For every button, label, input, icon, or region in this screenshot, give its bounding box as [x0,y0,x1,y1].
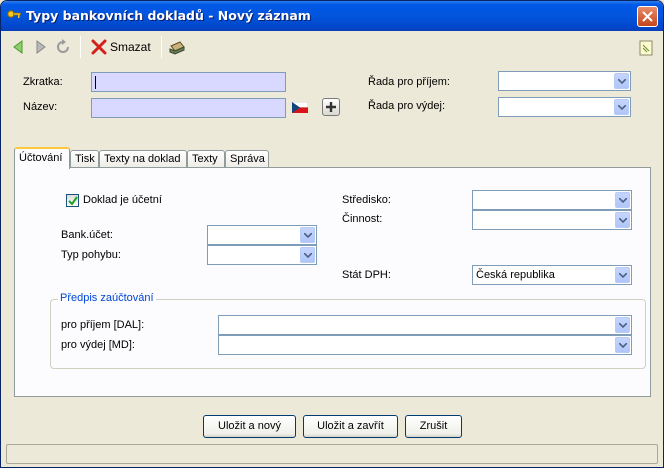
tab-texty-na-doklad[interactable]: Texty na doklad [99,150,187,168]
refresh-icon[interactable] [54,38,72,56]
nazev-input[interactable] [91,98,286,118]
dropdown-arrow[interactable] [615,337,630,353]
toolbar: Smazat [4,32,660,62]
rada-prijem-label: Řada pro příjem: [368,76,450,88]
tab-panel-ucetovani: Doklad je účetní Bank.účet: Typ pohybu: … [14,167,651,397]
chevron-down-icon [304,253,312,258]
forward-arrow-icon[interactable] [31,38,49,56]
tab-tisk[interactable]: Tisk [70,150,99,168]
doklad-ucetni-checkbox[interactable] [66,194,79,207]
chevron-down-icon [619,343,627,348]
dropdown-arrow[interactable] [615,267,630,283]
back-arrow-icon[interactable] [10,38,28,56]
dropdown-arrow[interactable] [300,247,315,263]
chevron-down-icon [618,105,626,110]
chevron-down-icon [619,218,627,223]
chevron-down-icon [619,323,627,328]
czech-flag-icon[interactable] [292,102,308,113]
status-bar [6,444,658,464]
add-translation-button[interactable] [322,98,340,116]
tab-texty[interactable]: Texty [187,150,225,168]
prijem-dal-select[interactable] [218,315,632,335]
zkratka-input[interactable] [91,72,286,92]
predpis-groupbox: Předpis zaúčtování pro příjem [DAL]: pro… [50,292,646,369]
dropdown-arrow[interactable] [614,73,629,89]
stat-dph-select[interactable]: Česká republika [472,265,632,285]
close-button[interactable] [637,6,658,27]
tab-ucetovani[interactable]: Účtování [14,147,70,169]
close-icon [642,11,653,22]
rada-vydej-select[interactable] [498,97,631,117]
predpis-legend: Předpis zaúčtování [58,292,156,304]
toolbar-separator [161,36,162,58]
dropdown-arrow[interactable] [614,99,629,115]
note-icon[interactable] [639,40,653,56]
prijem-dal-label: pro příjem [DAL]: [61,319,145,331]
dropdown-arrow[interactable] [615,317,630,333]
red-x-icon [91,39,107,55]
chevron-down-icon [304,233,312,238]
stredisko-select[interactable] [472,190,632,210]
dropdown-arrow[interactable] [300,227,315,243]
print-icon[interactable] [168,38,186,56]
tab-sprava[interactable]: Správa [225,150,269,168]
typ-pohybu-select[interactable] [207,245,317,265]
chevron-down-icon [619,273,627,278]
vydej-md-label: pro výdej [MD]: [61,339,135,351]
window-title: Typy bankovních dokladů - Nový záznam [26,8,311,23]
typ-pohybu-label: Typ pohybu: [61,249,121,261]
toolbar-separator [80,36,81,58]
nazev-label: Název: [23,101,58,113]
cinnost-select[interactable] [472,210,632,230]
save-new-button[interactable]: Uložit a nový [203,415,296,438]
stat-dph-value: Česká republika [476,269,555,281]
delete-label: Smazat [110,40,151,54]
bank-ucet-label: Bank.účet: [61,229,113,241]
rada-prijem-select[interactable] [498,71,631,91]
doklad-ucetni-label: Doklad je účetní [83,194,162,206]
chevron-down-icon [618,79,626,84]
dropdown-arrow[interactable] [615,212,630,228]
save-close-button[interactable]: Uložit a zavřít [303,415,398,438]
dialog-window: Typy bankovních dokladů - Nový záznam Sm… [0,0,664,468]
dropdown-arrow[interactable] [615,192,630,208]
rada-vydej-label: Řada pro výdej: [368,100,446,112]
keys-icon [7,10,21,18]
plus-icon [326,102,336,112]
zkratka-label: Zkratka: [23,76,63,88]
vydej-md-select[interactable] [218,335,632,355]
stat-dph-label: Stát DPH: [342,269,391,281]
cinnost-label: Činnost: [342,213,383,225]
bank-ucet-select[interactable] [207,225,317,245]
text-caret [95,76,96,89]
chevron-down-icon [619,198,627,203]
title-bar[interactable]: Typy bankovních dokladů - Nový záznam [1,1,663,31]
cancel-button[interactable]: Zrušit [405,415,462,438]
stredisko-label: Středisko: [342,194,391,206]
checkmark-icon [68,196,78,206]
delete-button[interactable]: Smazat [91,36,151,58]
